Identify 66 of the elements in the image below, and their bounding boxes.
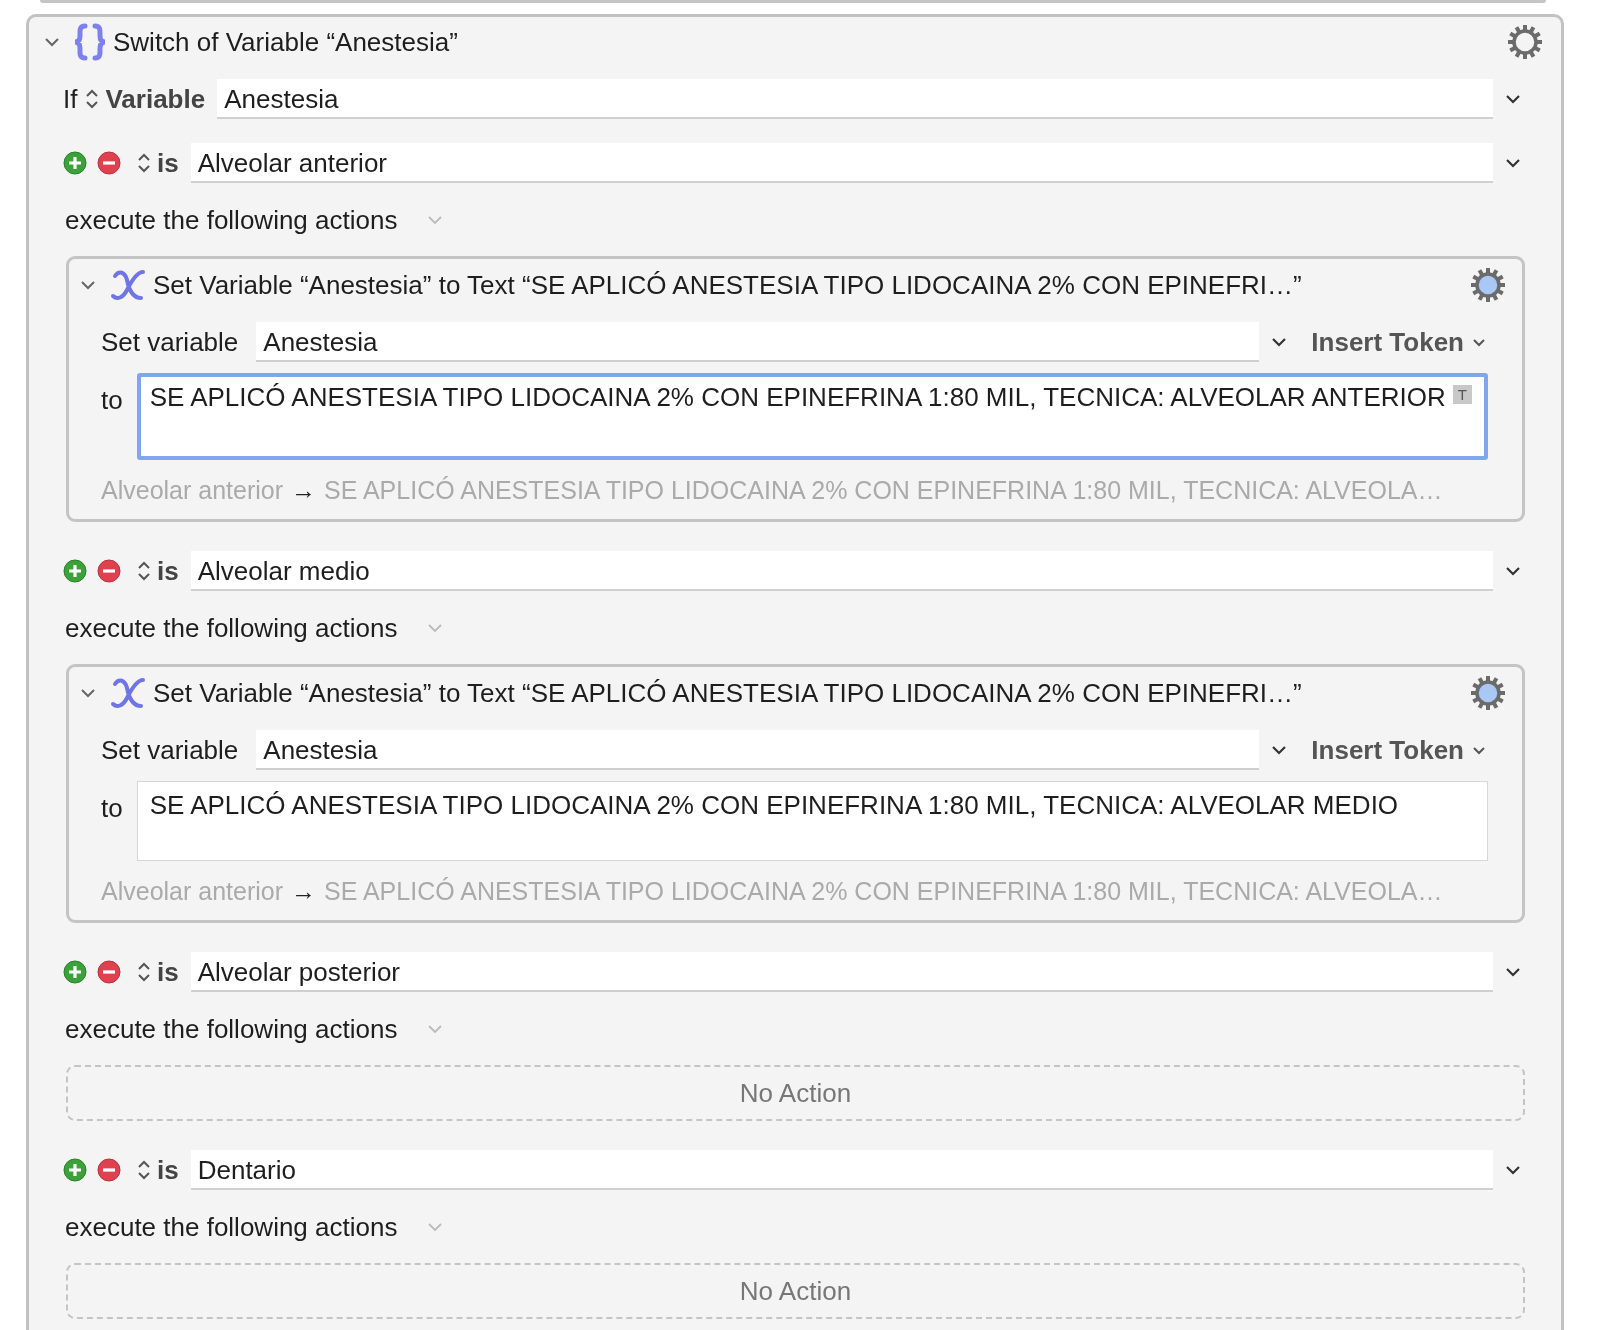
caret-icon: [1472, 337, 1486, 347]
action-title: Switch of Variable “Anestesia”: [113, 26, 459, 58]
dropdown-chevron-icon[interactable]: [1271, 745, 1288, 755]
disclosure-chevron-icon[interactable]: [43, 36, 61, 48]
dropdown-chevron-icon[interactable]: [1505, 566, 1521, 576]
execute-label: execute the following actions: [65, 1013, 398, 1045]
add-icon[interactable]: [63, 960, 87, 984]
case-value-field[interactable]: Alveolar medio: [190, 551, 1493, 591]
summary-text: SE APLICÓ ANESTESIA TIPO LIDOCAINA 2% CON EPINEFRINA 1:80 MIL, TECNICA: ALVEOLA…: [324, 877, 1443, 906]
case-value-field[interactable]: Alveolar anterior: [190, 143, 1493, 183]
variable-name-field[interactable]: Anestesia: [256, 322, 1260, 362]
add-icon[interactable]: [63, 151, 87, 175]
case-value-field[interactable]: Alveolar posterior: [190, 952, 1493, 992]
dropdown-chevron-icon[interactable]: [1505, 967, 1521, 977]
operator-popup[interactable]: is: [137, 956, 179, 988]
remove-icon[interactable]: [97, 151, 121, 175]
summary-text: Alveolar anterior: [101, 877, 284, 906]
disclosure-chevron-icon[interactable]: [79, 279, 97, 291]
summary-arrow: →: [291, 877, 317, 906]
execute-label: execute the following actions: [65, 612, 398, 644]
summary-text: SE APLICÓ ANESTESIA TIPO LIDOCAINA 2% CON EPINEFRINA 1:80 MIL, TECNICA: ALVEOLA…: [324, 476, 1443, 505]
to-label: to: [101, 385, 123, 416]
execute-label: execute the following actions: [65, 1211, 398, 1243]
remove-icon[interactable]: [97, 1158, 121, 1182]
operator-popup[interactable]: is: [137, 1154, 179, 1186]
settings-icon[interactable]: [1468, 265, 1508, 305]
up-down-arrows-icon: [137, 152, 151, 174]
dropdown-chevron-icon[interactable]: [1271, 337, 1288, 347]
settings-icon[interactable]: [1505, 22, 1545, 62]
up-down-arrows-icon: [137, 1159, 151, 1181]
case-value-field[interactable]: Dentario: [190, 1150, 1493, 1190]
dropdown-chevron-icon[interactable]: [1505, 158, 1521, 168]
set-variable-label: Set variable: [101, 326, 239, 358]
set-variable-label: Set variable: [101, 734, 239, 766]
insert-token-button[interactable]: Insert Token: [1301, 734, 1486, 766]
up-down-arrows-icon: [85, 88, 100, 110]
no-action-label: No Action: [739, 1077, 852, 1109]
action-title: Set Variable “Anestesia” to Text “SE APLICÓ ANESTESIA TIPO LIDOCAINA 2% CON EPINEFRI…”: [153, 269, 1303, 301]
dropdown-chevron-icon[interactable]: [1505, 1165, 1521, 1175]
dropdown-chevron-icon[interactable]: [1505, 94, 1521, 104]
execute-label: execute the following actions: [65, 204, 398, 236]
variable-field[interactable]: Anestesia: [217, 79, 1493, 119]
action-title: Set Variable “Anestesia” to Text “SE APLICÓ ANESTESIA TIPO LIDOCAINA 2% CON EPINEFRI…”: [153, 677, 1303, 709]
disclosure-chevron-icon[interactable]: [79, 687, 97, 699]
to-label: to: [101, 793, 123, 824]
if-label: If: [63, 83, 78, 115]
add-icon[interactable]: [63, 1158, 87, 1182]
operator-popup[interactable]: is: [137, 147, 179, 179]
token-badge[interactable]: T: [1452, 385, 1472, 404]
no-action-label: No Action: [739, 1275, 852, 1307]
summary-arrow: →: [291, 476, 317, 505]
condition-type-popup[interactable]: Variable: [85, 83, 206, 115]
summary-text: Alveolar anterior: [101, 476, 284, 505]
up-down-arrows-icon: [137, 560, 151, 582]
remove-icon[interactable]: [97, 960, 121, 984]
remove-icon[interactable]: [97, 559, 121, 583]
variable-name-field[interactable]: Anestesia: [256, 730, 1260, 770]
braces-icon: [73, 23, 107, 61]
settings-icon[interactable]: [1468, 673, 1508, 713]
caret-icon: [1472, 745, 1486, 755]
add-icon[interactable]: [63, 559, 87, 583]
text-value-field[interactable]: SE APLICÓ ANESTESIA TIPO LIDOCAINA 2% CON EPINEFRINA 1:80 MIL, TECNICA: ALVEOLAR MEDIO: [136, 781, 1488, 861]
insert-token-button[interactable]: Insert Token: [1301, 326, 1486, 358]
operator-popup[interactable]: is: [137, 555, 179, 587]
up-down-arrows-icon: [137, 961, 151, 983]
text-value-field[interactable]: SE APLICÓ ANESTESIA TIPO LIDOCAINA 2% CON EPINEFRINA 1:80 MIL, TECNICA: ALVEOLAR ANTERIOR T: [136, 373, 1488, 460]
